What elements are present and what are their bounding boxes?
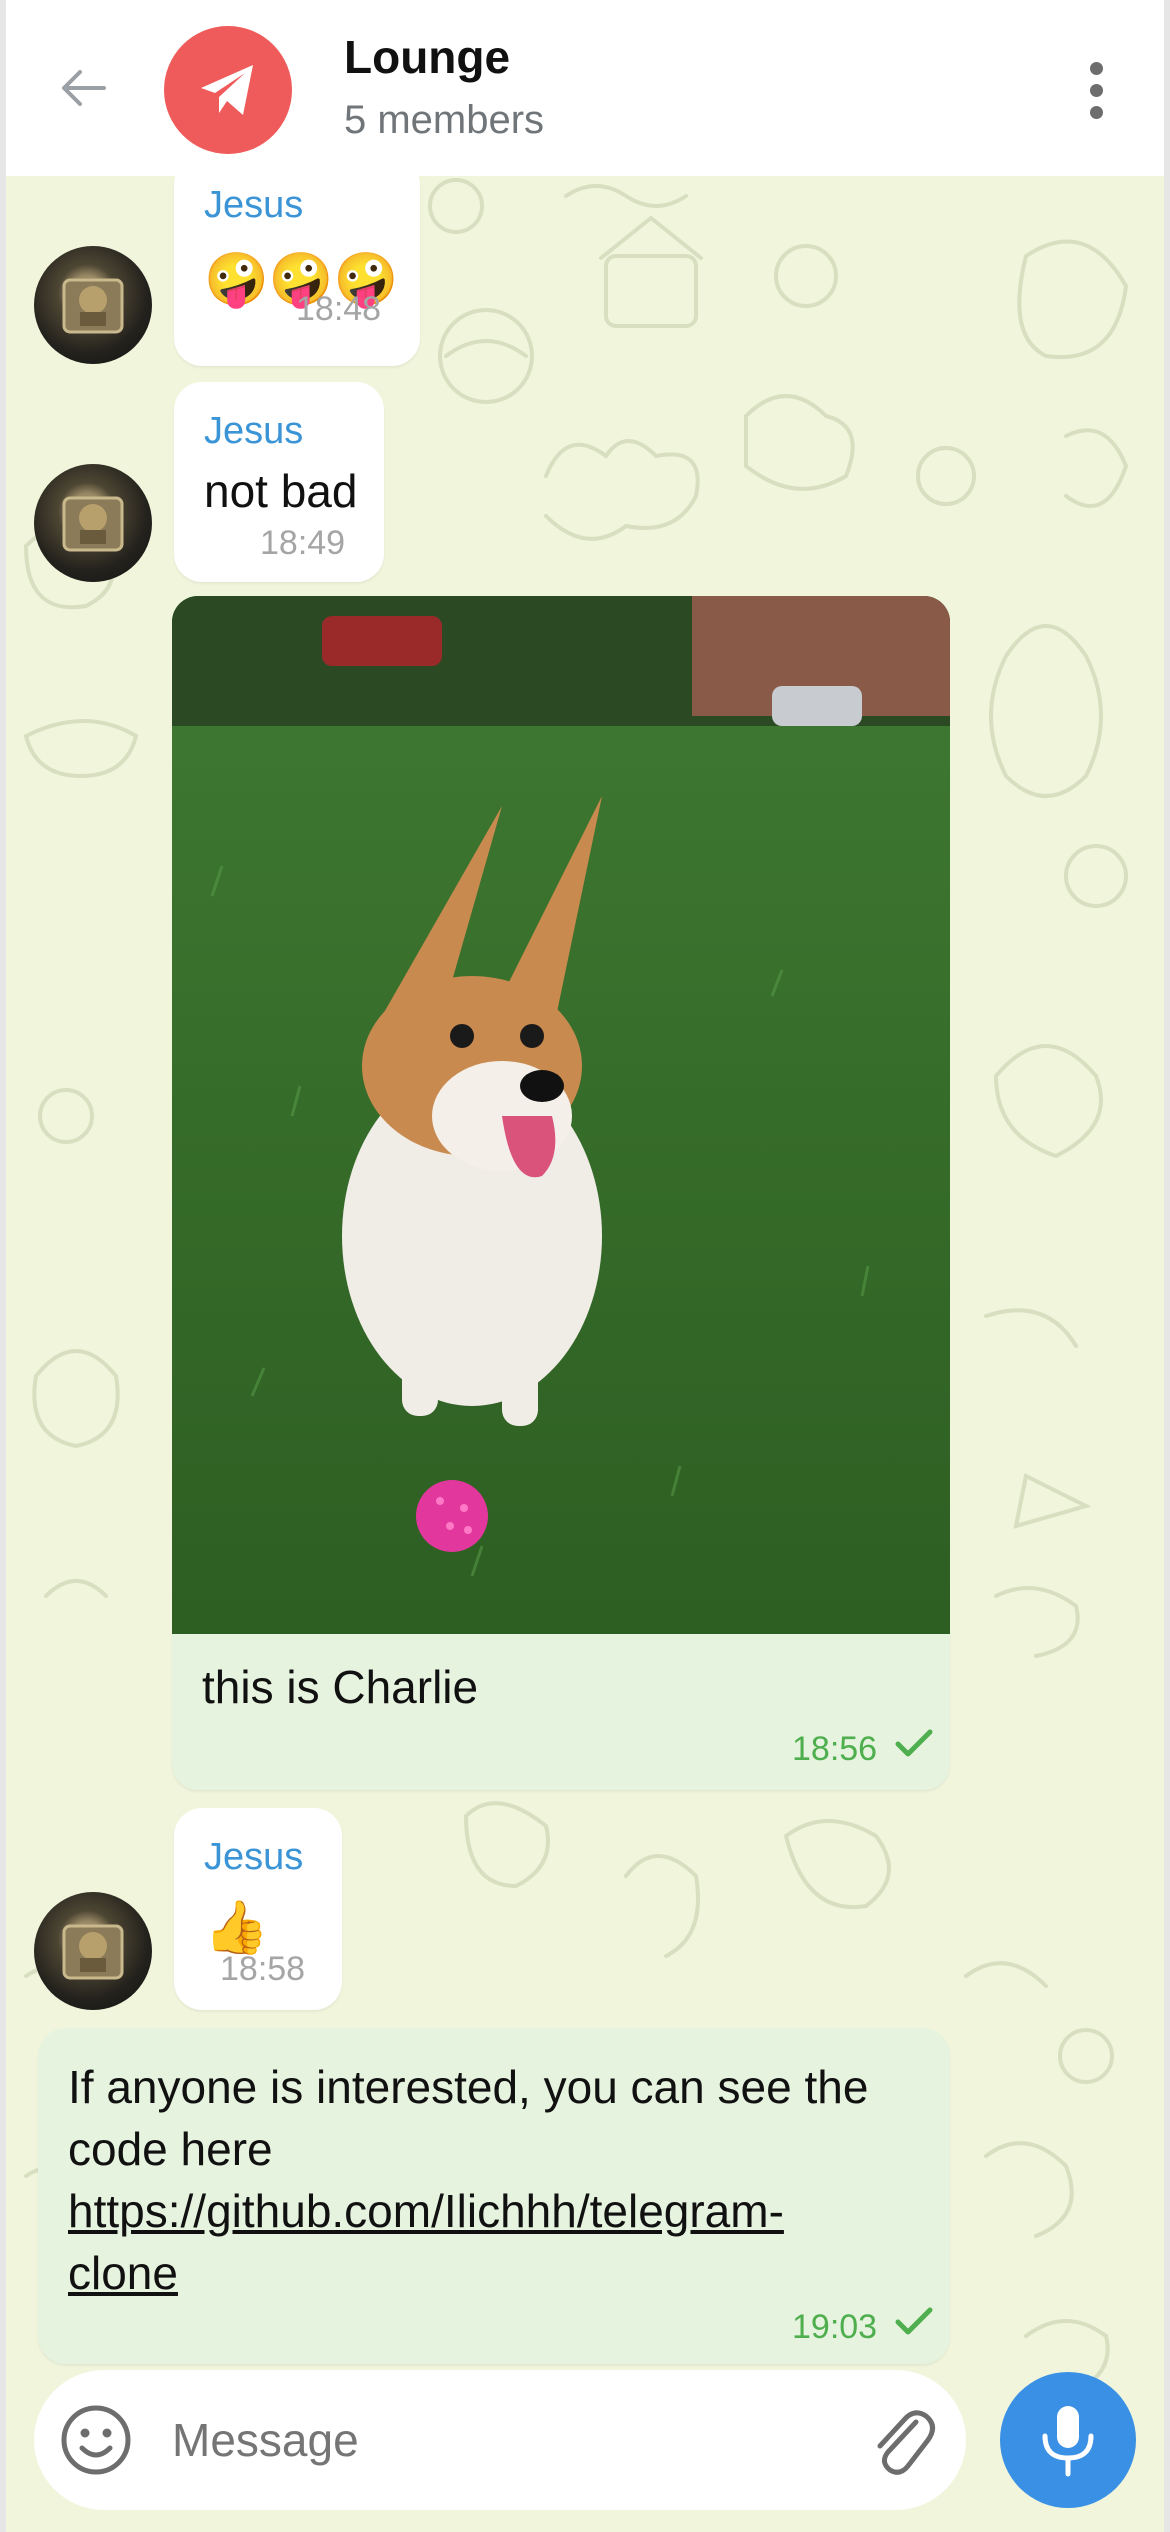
arrow-left-icon (62, 70, 106, 106)
back-button[interactable] (46, 50, 122, 126)
message-time: 18:58 (220, 1950, 306, 1988)
dot-icon (1089, 83, 1103, 97)
sender-avatar[interactable] (34, 246, 152, 364)
message-time: 18:56 (792, 1730, 878, 1768)
message-bubble-incoming[interactable]: Jesus 👍 18:58 (174, 1808, 342, 2010)
chat-avatar[interactable] (164, 26, 292, 154)
paperclip-icon[interactable] (868, 2402, 938, 2478)
telegram-plane-icon (201, 65, 253, 115)
message-input[interactable] (172, 2404, 872, 2476)
checkmark-icon (895, 2307, 933, 2335)
message-time: 18:48 (296, 290, 382, 328)
message-bubble-outgoing[interactable]: If anyone is interested, you can see the… (38, 2028, 950, 2364)
message-text: If anyone is interested, you can see the… (68, 2056, 868, 2304)
microphone-icon (1042, 2406, 1094, 2477)
message-bubble-incoming[interactable]: Jesus not bad 18:49 (174, 382, 384, 582)
message-bubble-incoming[interactable]: Jesus 🤪🤪🤪 18:48 (174, 176, 420, 366)
github-link[interactable]: clone (68, 2242, 868, 2304)
sender-avatar[interactable] (34, 1892, 152, 2010)
avatar-image (62, 278, 124, 334)
message-text: not bad (204, 465, 358, 517)
dot-icon (1089, 105, 1103, 119)
avatar-image (62, 1924, 124, 1980)
sender-avatar[interactable] (34, 464, 152, 582)
chat-header: Lounge 5 members (0, 0, 1170, 176)
message-composer (34, 2370, 966, 2510)
sender-name[interactable]: Jesus (204, 184, 303, 227)
message-time: 19:03 (792, 2308, 878, 2346)
message-line: If anyone is interested, you can see the (68, 2061, 869, 2113)
github-link[interactable]: https://github.com/Ilichhh/telegram- (68, 2180, 868, 2242)
sender-name[interactable]: Jesus (204, 410, 303, 453)
message-line: code here (68, 2123, 273, 2175)
microphone-button[interactable] (1000, 2372, 1136, 2508)
dot-icon (1089, 61, 1103, 75)
more-options-button[interactable] (1066, 50, 1126, 130)
dog-photo-image (172, 596, 950, 1636)
photo-caption: this is Charlie (202, 1661, 479, 1713)
message-time: 18:49 (260, 524, 346, 562)
message-photo[interactable] (172, 596, 950, 1636)
message-bubble-outgoing[interactable]: this is Charlie 18:56 (172, 1634, 950, 1790)
avatar-image (62, 496, 124, 552)
sender-name[interactable]: Jesus (204, 1836, 303, 1879)
message-list[interactable]: Jesus 🤪🤪🤪 18:48 Jesus not bad 18:49 this… (0, 176, 1170, 2532)
chat-title[interactable]: Lounge (344, 30, 510, 84)
member-count: 5 members (344, 98, 545, 142)
message-emoji: 👍 (204, 1899, 269, 1957)
checkmark-icon (895, 1729, 933, 1757)
emoji-icon[interactable] (58, 2402, 134, 2478)
